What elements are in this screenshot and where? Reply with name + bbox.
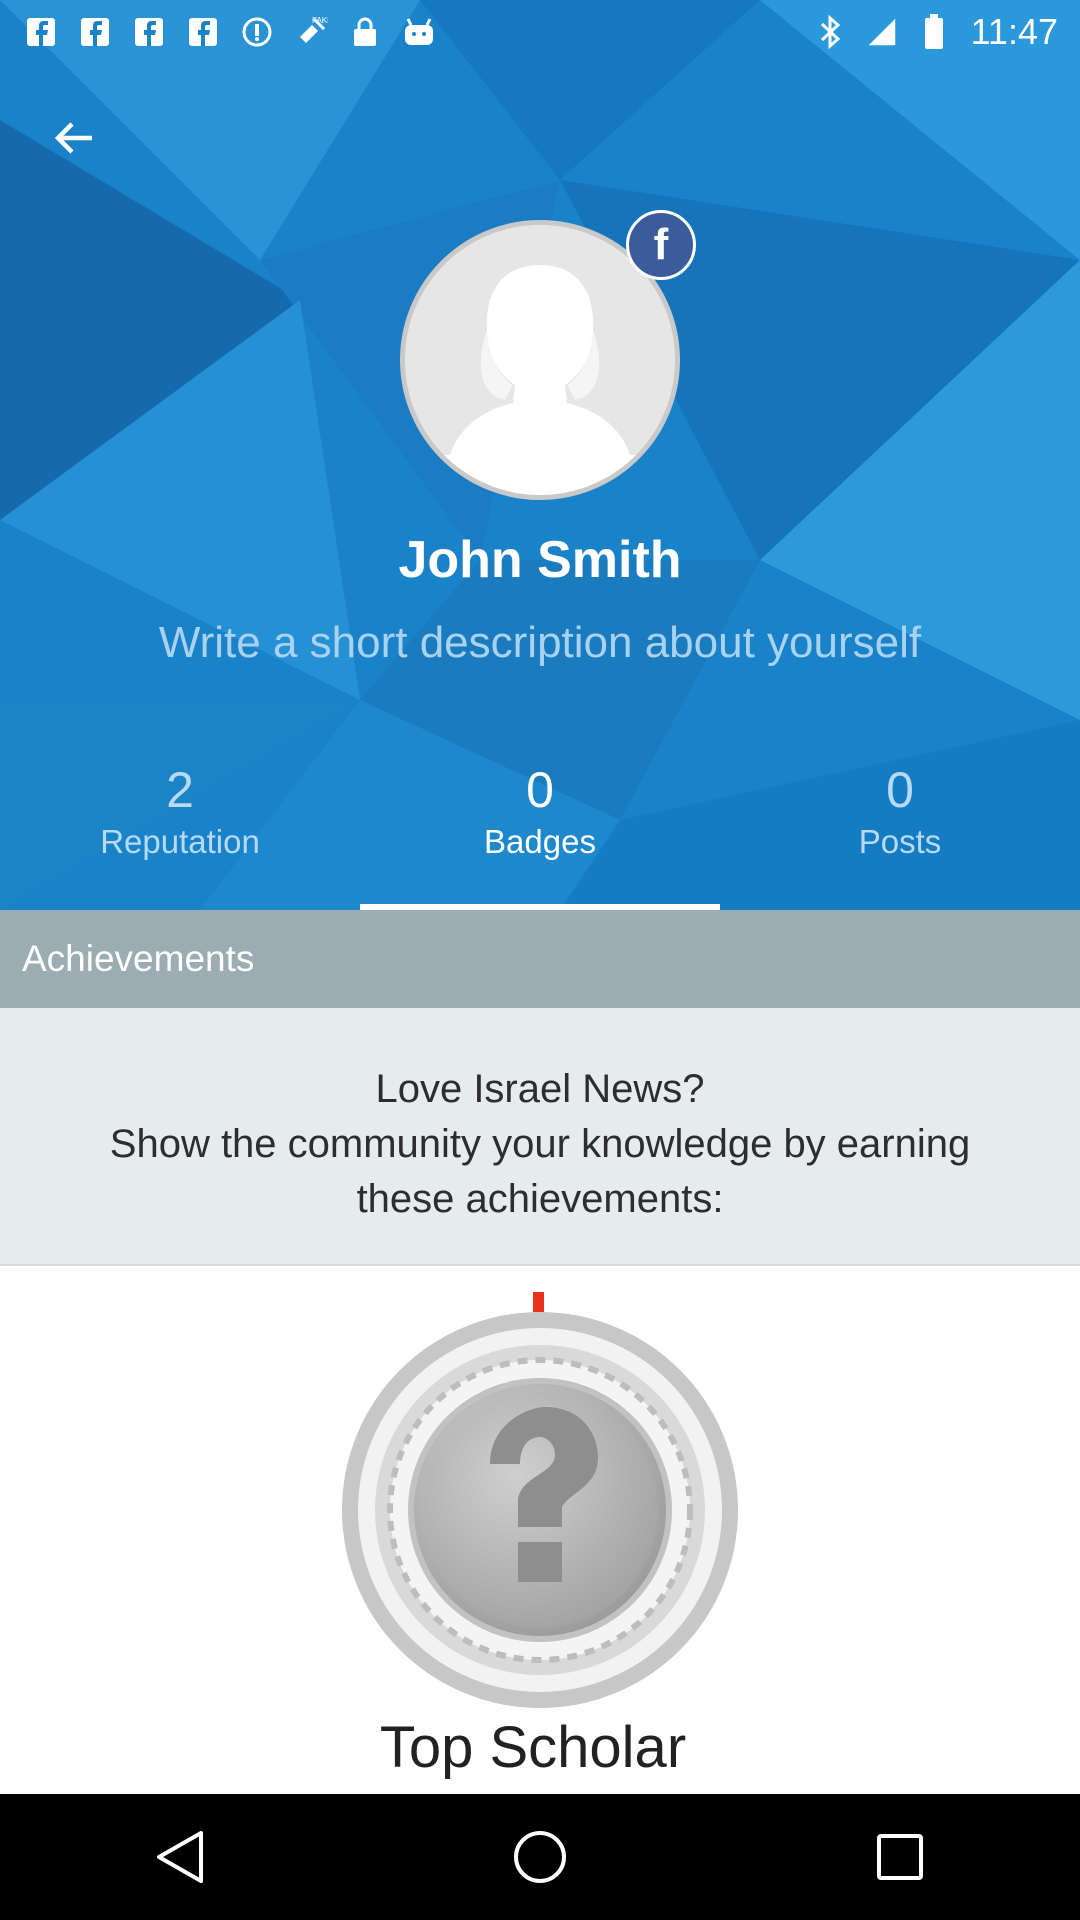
signal-icon <box>867 14 897 50</box>
facebook-notification-icon <box>186 15 220 49</box>
profile-description-placeholder[interactable]: Write a short description about yourself <box>0 618 1080 668</box>
tab-reputation[interactable]: 2 Reputation <box>0 760 360 910</box>
achievement-title: Top Scholar <box>379 1715 687 1780</box>
nav-home-button[interactable] <box>490 1807 590 1907</box>
system-navigation-bar <box>0 1794 1080 1920</box>
posts-count: 0 <box>886 762 914 818</box>
nav-recents-button[interactable] <box>850 1807 950 1907</box>
radio-icon <box>240 15 274 49</box>
progress-marker <box>533 1292 544 1312</box>
reputation-label: Reputation <box>100 823 260 860</box>
facebook-badge-letter: f <box>653 220 669 269</box>
profile-name: John Smith <box>398 531 682 589</box>
clock: 11:47 <box>970 11 1058 52</box>
circle-home-icon <box>514 1831 566 1883</box>
intro-question: Love Israel News? <box>375 1067 705 1111</box>
profile-header: FAKE 11:47 <box>0 0 1080 910</box>
system-status: 11:47 <box>815 8 1058 56</box>
tab-posts[interactable]: 0 Posts <box>720 760 1080 910</box>
svg-text:FAKE: FAKE <box>312 16 328 25</box>
profile-avatar-container[interactable]: f <box>400 210 696 500</box>
tab-badges[interactable]: 0 Badges <box>360 760 720 910</box>
battery-icon <box>919 14 949 50</box>
achievements-section-header: Achievements <box>0 910 1080 1008</box>
triangle-back-icon <box>157 1831 203 1883</box>
notification-icons: FAKE <box>24 10 436 54</box>
facebook-notification-icon <box>132 15 166 49</box>
bluetooth-icon <box>815 14 845 50</box>
reputation-count: 2 <box>166 762 194 818</box>
fake-gps-icon: FAKE <box>294 15 328 49</box>
back-button[interactable] <box>44 108 104 168</box>
intro-text: Show the community your knowledge by ear… <box>109 1122 971 1221</box>
status-bar: FAKE 11:47 <box>0 0 1080 64</box>
facebook-notification-icon <box>24 15 58 49</box>
android-icon <box>402 15 436 49</box>
badges-label: Badges <box>484 823 596 860</box>
section-title: Achievements <box>22 938 255 979</box>
achievements-intro: Love Israel News? Show the community you… <box>0 1008 1080 1266</box>
facebook-notification-icon <box>78 15 112 49</box>
lock-icon <box>348 15 382 49</box>
square-recents-icon <box>877 1834 923 1880</box>
posts-label: Posts <box>858 823 942 860</box>
locked-medal-icon <box>342 1292 738 1708</box>
facebook-badge-icon: f <box>626 210 696 280</box>
badges-count: 0 <box>526 762 554 818</box>
arrow-left-icon <box>54 122 92 154</box>
profile-stats-tabs: 2 Reputation 0 Badges 0 Posts <box>0 760 1080 910</box>
nav-back-button[interactable] <box>130 1807 230 1907</box>
